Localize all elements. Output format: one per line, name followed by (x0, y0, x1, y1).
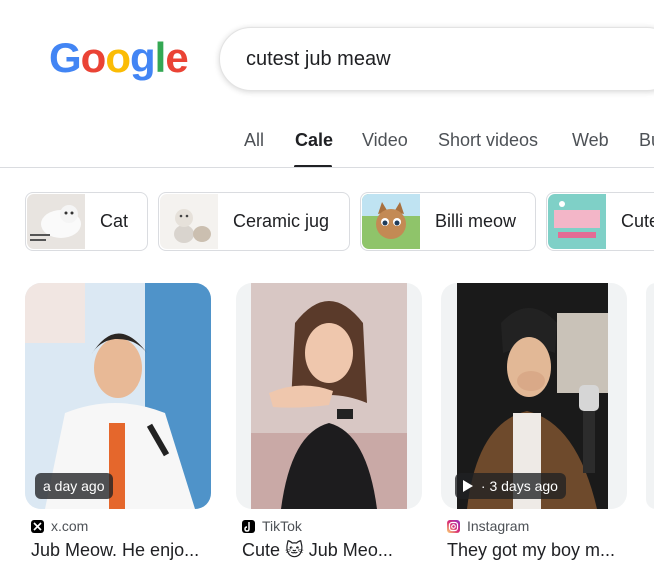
image-result-card[interactable]: · 3 days ago (441, 283, 627, 509)
result-title[interactable]: They got my boy m... (447, 540, 637, 561)
time-badge: · 3 days ago (455, 473, 566, 499)
result-source[interactable]: TikTok (242, 518, 302, 534)
meow-text-thumbnail (548, 194, 606, 249)
x-logo-icon (31, 519, 44, 533)
logo-letter: o (80, 34, 107, 81)
chip-cat[interactable]: Cat (25, 192, 148, 251)
logo-letter: g (129, 34, 156, 81)
tab-video[interactable]: Video (362, 130, 408, 151)
image-result-card[interactable]: a day ago (25, 283, 211, 509)
logo-letter: l (154, 34, 167, 81)
tab-all[interactable]: All (244, 130, 264, 151)
source-name: TikTok (262, 518, 302, 534)
chip-label: Cat (100, 211, 129, 231)
chip-billi-meow[interactable]: Billi meow (360, 192, 536, 251)
search-box[interactable] (219, 27, 654, 91)
logo-letter: G (49, 34, 82, 81)
tab-books[interactable]: Bu (639, 130, 654, 151)
white-cat-thumbnail (27, 194, 85, 249)
tab-images[interactable]: Cale (295, 130, 333, 151)
chip-cute[interactable]: Cute (546, 192, 654, 251)
source-name: x.com (51, 518, 89, 534)
result-title[interactable]: Cute 🐱 Jub Meo... (242, 540, 427, 561)
image-result-card-partial[interactable] (646, 283, 654, 509)
source-name: Instagram (467, 518, 530, 534)
result-title[interactable]: Jub Meow. He enjo... (31, 540, 216, 561)
google-logo[interactable]: Google (49, 34, 189, 81)
chip-label: Billi meow (435, 211, 517, 231)
result-source[interactable]: Instagram (447, 518, 529, 534)
tiktok-icon (242, 519, 255, 533)
cartoon-cat-thumbnail (362, 194, 420, 249)
tabs-divider (0, 167, 654, 168)
chip-ceramic-jug[interactable]: Ceramic jug (158, 192, 350, 251)
instagram-icon (447, 519, 460, 533)
logo-letter: e (165, 34, 188, 81)
search-input[interactable] (246, 48, 646, 71)
chip-label: Ceramic jug (233, 211, 330, 231)
time-badge: a day ago (35, 473, 113, 499)
time-text: a day ago (43, 478, 105, 494)
result-source[interactable]: x.com (31, 518, 88, 534)
ceramic-jug-thumbnail (160, 194, 218, 249)
tab-web[interactable]: Web (572, 130, 609, 151)
time-text: 3 days ago (489, 478, 558, 494)
tab-short-videos[interactable]: Short videos (438, 130, 538, 151)
search-tabs: All Cale Video Short videos Web Bu (0, 128, 654, 168)
result-thumbnail (251, 283, 407, 509)
separator-text: · (477, 478, 490, 494)
image-result-card[interactable] (236, 283, 422, 509)
chip-label: Cute (621, 211, 654, 231)
play-icon (463, 480, 473, 492)
logo-letter: o (105, 34, 131, 81)
